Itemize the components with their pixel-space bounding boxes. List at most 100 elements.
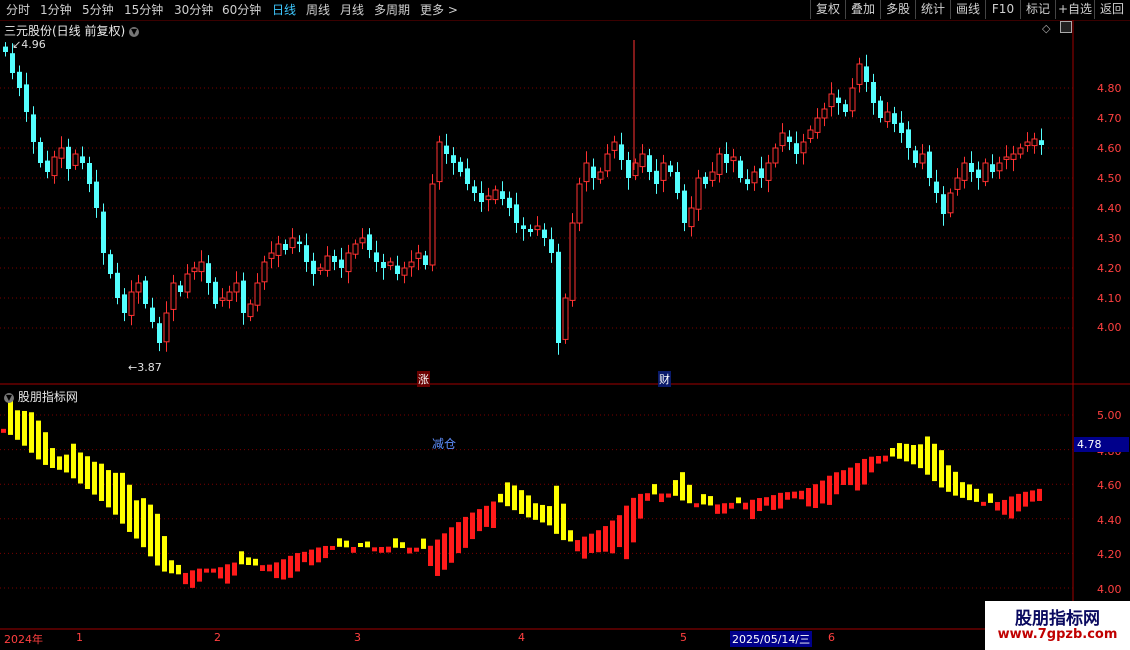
indicator-bar [295, 553, 300, 572]
candle-body [549, 239, 554, 253]
period-tab-1min[interactable]: 1分钟 [40, 2, 72, 18]
indicator-bar [463, 516, 468, 548]
f10-button[interactable]: F10 [985, 0, 1020, 19]
candle-body [135, 282, 142, 293]
period-tab-weekly[interactable]: 周线 [306, 2, 330, 18]
indicator-bar [211, 568, 216, 573]
mark-button[interactable]: 标记 [1020, 0, 1055, 19]
indicator-bar [981, 501, 986, 506]
more-periods-dropdown[interactable]: 更多 > [420, 2, 458, 18]
back-button[interactable]: 返回 [1094, 0, 1129, 19]
indicator-bar [596, 530, 601, 553]
indicator-bar [162, 536, 167, 572]
candle-body [675, 172, 680, 193]
candle-body [66, 146, 71, 169]
period-tab-5min[interactable]: 5分钟 [82, 2, 114, 18]
indicator-bar [939, 450, 944, 488]
indicator-bar [526, 495, 531, 518]
indicator-bars [1, 399, 1042, 588]
candle-body [94, 181, 99, 208]
panel-maximize-icon[interactable] [1060, 21, 1072, 33]
candle-body [485, 195, 492, 201]
indicator-bar [918, 444, 923, 469]
y-tick: 5.00 [1097, 409, 1122, 422]
draw-line-button[interactable]: 画线 [950, 0, 985, 19]
add-watchlist-button[interactable]: +自选 [1055, 0, 1094, 19]
candle-body [87, 163, 92, 184]
indicator-bar [29, 412, 34, 453]
overlay-button[interactable]: 叠加 [845, 0, 880, 19]
chevron-down-icon[interactable]: ▼ [129, 26, 140, 37]
candle-body [451, 155, 456, 163]
indicator-name: 股朋指标网 [17, 390, 78, 404]
chart-canvas[interactable] [0, 20, 1130, 650]
candle-body [597, 171, 604, 180]
candle-body [745, 179, 750, 184]
candle-body [387, 261, 394, 267]
y-tick: 4.60 [1097, 142, 1122, 155]
event-label-finance[interactable]: 财 [658, 371, 671, 387]
candle-body [289, 237, 296, 249]
y-tick: 4.40 [1097, 202, 1122, 215]
indicator-bar [617, 515, 622, 548]
period-toolbar: 分时 1分钟 5分钟 15分钟 30分钟 60分钟 日线 周线 月线 多周期 更… [0, 0, 1130, 21]
adjust-button[interactable]: 复权 [810, 0, 845, 19]
indicator-bar [407, 547, 412, 554]
candle-body [647, 155, 652, 172]
period-tab-multi[interactable]: 多周期 [374, 2, 410, 18]
period-tab-fenshi[interactable]: 分时 [6, 2, 30, 18]
indicator-bar [925, 436, 930, 475]
period-tab-15min[interactable]: 15分钟 [124, 2, 163, 18]
indicator-bar [78, 452, 83, 484]
candle-body [1031, 138, 1038, 147]
stock-title: 三元股份(日线 前复权) [4, 24, 126, 38]
candle-body [730, 156, 737, 162]
period-tab-60min[interactable]: 60分钟 [222, 2, 261, 18]
candle-body [927, 151, 932, 178]
indicator-bar [498, 493, 503, 503]
candle-body [514, 204, 519, 223]
indicator-bar [365, 541, 370, 548]
indicator-bar [708, 496, 713, 506]
panel-options-icon[interactable]: ◇ [1042, 22, 1050, 35]
date-label-month: 1 [76, 631, 83, 644]
low-price-marker: ←3.87 [128, 361, 162, 374]
indicator-bar [43, 432, 48, 465]
indicator-bar [99, 463, 104, 501]
event-label-limit-up[interactable]: 涨 [417, 371, 430, 387]
candle-body [528, 229, 533, 232]
period-tab-daily[interactable]: 日线 [272, 2, 296, 18]
candle-body [324, 255, 331, 271]
indicator-bar [883, 455, 888, 462]
multi-stock-button[interactable]: 多股 [880, 0, 915, 19]
chevron-down-icon[interactable]: ▼ [4, 392, 14, 403]
indicator-bar [568, 530, 573, 542]
candle-body [562, 297, 569, 340]
indicator-bar [120, 472, 125, 524]
current-value-tag: 4.78 [1074, 437, 1129, 452]
statistics-button[interactable]: 统计 [915, 0, 950, 19]
indicator-bar [890, 448, 895, 457]
date-label-month: 2 [214, 631, 221, 644]
candle-body [507, 197, 512, 208]
indicator-bar [491, 501, 496, 528]
indicator-bar [848, 467, 853, 486]
indicator-bar [631, 497, 636, 543]
period-tab-monthly[interactable]: 月线 [340, 2, 364, 18]
candle-body [80, 156, 85, 163]
indicator-bar [554, 485, 559, 534]
indicator-bar [323, 545, 328, 559]
indicator-bar [736, 497, 741, 504]
indicator-bar [239, 551, 244, 565]
date-label-month: 4 [518, 631, 525, 644]
candle-body [283, 244, 288, 250]
period-tab-30min[interactable]: 30分钟 [174, 2, 213, 18]
candle-body [794, 143, 799, 154]
candle-body [961, 162, 968, 181]
candle-body [604, 153, 611, 172]
candle-body [849, 87, 856, 112]
indicator-bar [813, 484, 818, 508]
indicator-bar [449, 527, 454, 563]
indicator-bar [351, 546, 356, 553]
indicator-bar [533, 503, 538, 520]
